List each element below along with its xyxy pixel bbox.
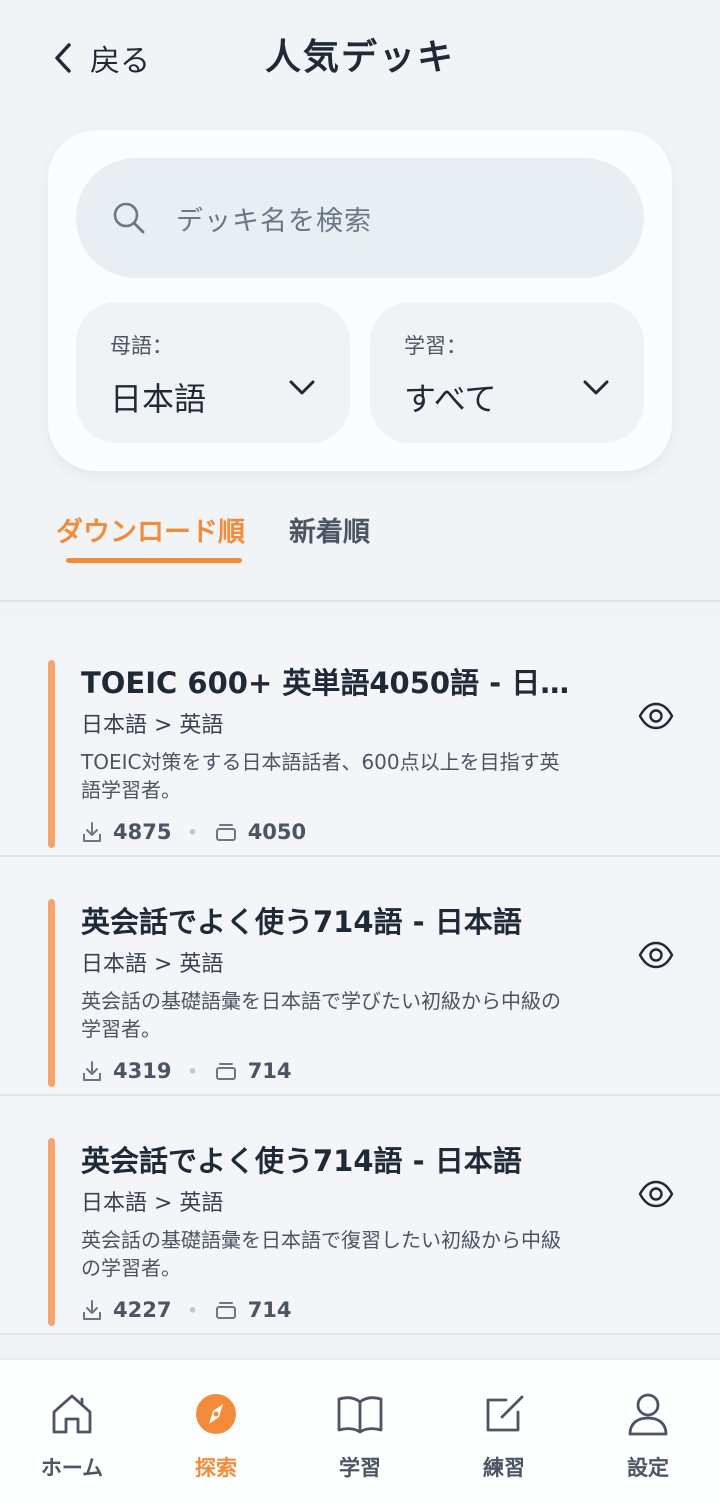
download-count: 4227 bbox=[113, 1298, 172, 1322]
deck-languages: 日本語 > 英語 bbox=[81, 713, 224, 738]
deck-stats: 4319 • 714 bbox=[81, 1055, 292, 1087]
deck-stats: 4875 • 4050 bbox=[81, 816, 306, 848]
cards-icon bbox=[215, 824, 236, 841]
active-tab-indicator bbox=[66, 558, 242, 563]
deck-description: 英会話の基礎語彙を日本語で学びたい初級から中級の学習者。 bbox=[81, 989, 561, 1041]
nav-explore[interactable]: 探索 bbox=[144, 1360, 288, 1505]
deck-stats: 4227 • 714 bbox=[81, 1294, 292, 1326]
deck-item[interactable]: TOEIC 600+ 英単語4050語 - 日本語 日本語 > 英語 TOEIC… bbox=[0, 618, 720, 857]
native-language-select[interactable]: 母語： 日本語 bbox=[76, 302, 350, 443]
search-input[interactable]: デッキ名を検索 bbox=[76, 158, 644, 278]
nav-label: 設定 bbox=[627, 1456, 669, 1480]
nav-study[interactable]: 学習 bbox=[288, 1360, 432, 1505]
native-language-value: 日本語 bbox=[110, 380, 207, 418]
deck-item[interactable]: 英会話でよく使う714語 - 日本語 日本語 > 英語 英会話の基礎語彙を日本語… bbox=[0, 1096, 720, 1335]
deck-languages: 日本語 > 英語 bbox=[81, 1191, 224, 1216]
stat-separator: • bbox=[187, 1061, 198, 1081]
chevron-down-icon bbox=[289, 380, 315, 395]
tab-downloads[interactable]: ダウンロード順 bbox=[56, 510, 245, 549]
header: 戻る 人気デッキ bbox=[0, 0, 720, 115]
nav-label: 探索 bbox=[195, 1456, 237, 1480]
nav-practice[interactable]: 練習 bbox=[432, 1360, 576, 1505]
user-icon bbox=[628, 1393, 668, 1436]
sort-tabs: ダウンロード順 新着順 bbox=[0, 500, 720, 600]
deck-title: 英会話でよく使う714語 - 日本語 bbox=[81, 1144, 522, 1178]
nav-settings[interactable]: 設定 bbox=[576, 1360, 720, 1505]
cards-icon bbox=[215, 1063, 236, 1080]
card-count: 714 bbox=[247, 1059, 292, 1083]
deck-description: 英会話の基礎語彙を日本語で復習したい初級から中級の学習者。 bbox=[81, 1228, 561, 1280]
download-icon bbox=[83, 822, 101, 842]
eye-icon[interactable] bbox=[638, 698, 674, 734]
cards-icon bbox=[215, 1302, 236, 1319]
home-icon bbox=[52, 1394, 92, 1434]
nav-label: 学習 bbox=[339, 1456, 381, 1480]
stat-separator: • bbox=[187, 822, 198, 842]
native-language-caption: 母語： bbox=[110, 334, 173, 358]
book-icon bbox=[337, 1396, 383, 1434]
deck-languages: 日本語 > 英語 bbox=[81, 952, 224, 977]
deck-accent-bar bbox=[48, 1138, 55, 1326]
deck-accent-bar bbox=[48, 660, 55, 848]
nav-label: 練習 bbox=[483, 1456, 525, 1480]
stat-separator: • bbox=[187, 1300, 198, 1320]
edit-icon bbox=[486, 1395, 524, 1432]
learning-language-value: すべて bbox=[404, 380, 497, 418]
eye-icon[interactable] bbox=[638, 1176, 674, 1212]
tab-newest[interactable]: 新着順 bbox=[289, 510, 370, 549]
deck-title: 英会話でよく使う714語 - 日本語 bbox=[81, 905, 522, 939]
eye-icon[interactable] bbox=[638, 937, 674, 973]
compass-icon bbox=[196, 1394, 236, 1434]
download-icon bbox=[83, 1300, 101, 1320]
card-count: 714 bbox=[247, 1298, 292, 1322]
deck-title: TOEIC 600+ 英単語4050語 - 日本語 bbox=[81, 666, 571, 700]
search-icon bbox=[113, 202, 145, 234]
card-count: 4050 bbox=[247, 820, 307, 844]
chevron-down-icon bbox=[583, 380, 609, 395]
nav-label: ホーム bbox=[40, 1456, 104, 1480]
download-count: 4319 bbox=[113, 1059, 172, 1083]
bottom-nav: ホーム 探索 学習 練習 設定 bbox=[0, 1358, 720, 1505]
page-title: 人気デッキ bbox=[264, 37, 455, 78]
learning-language-select[interactable]: 学習： すべて bbox=[370, 302, 644, 443]
learning-language-caption: 学習： bbox=[404, 334, 467, 358]
deck-item[interactable]: 英会話でよく使う714語 - 日本語 日本語 > 英語 英会話の基礎語彙を日本語… bbox=[0, 857, 720, 1096]
deck-description: TOEIC対策をする日本語話者、600点以上を目指す英語学習者。 bbox=[81, 750, 560, 802]
deck-accent-bar bbox=[48, 899, 55, 1087]
search-placeholder: デッキ名を検索 bbox=[176, 205, 372, 237]
download-icon bbox=[83, 1061, 101, 1081]
filter-card: デッキ名を検索 母語： 日本語 学習： すべて bbox=[48, 130, 672, 471]
nav-home[interactable]: ホーム bbox=[0, 1360, 144, 1505]
download-count: 4875 bbox=[113, 820, 172, 844]
divider bbox=[0, 600, 720, 602]
